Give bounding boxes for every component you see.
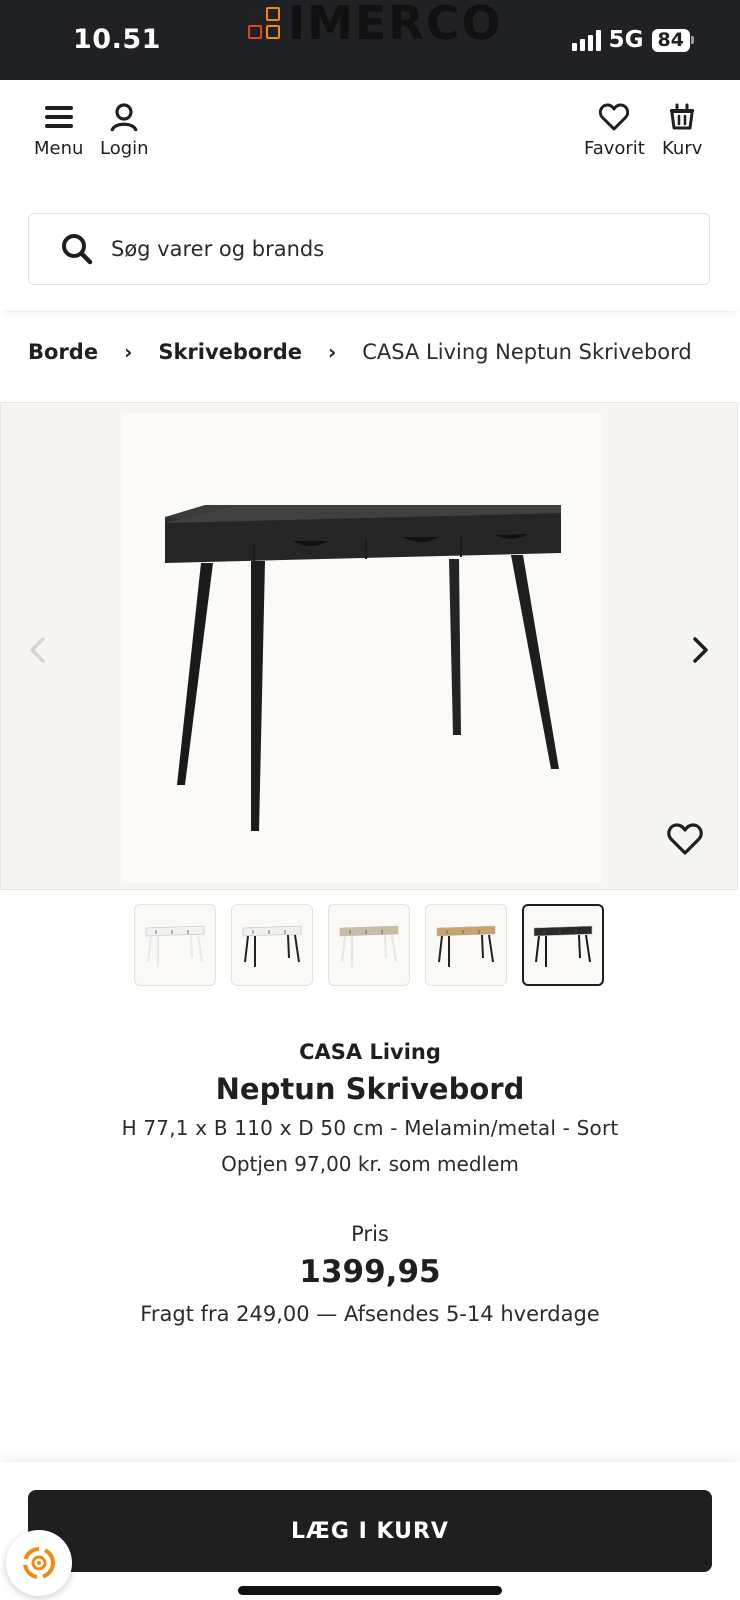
add-to-cart-button[interactable]: LÆG I KURV: [28, 1490, 712, 1572]
status-indicators: 5G 84: [571, 27, 694, 53]
product-name: Neptun Skrivebord: [215, 1072, 525, 1106]
shipping-info: Fragt fra 249,00 — Afsendes 5-14 hverdag…: [140, 1302, 600, 1326]
search-icon: [62, 234, 93, 265]
battery-icon: 84: [651, 28, 694, 52]
price-label: Pris: [351, 1222, 389, 1246]
basket-icon: [665, 100, 699, 134]
thumbnail-black[interactable]: [522, 904, 604, 986]
product-gallery[interactable]: [0, 402, 738, 890]
thumbnail-white[interactable]: [134, 904, 216, 986]
imerco-logo[interactable]: IMERCO: [248, 0, 503, 50]
login-label: Login: [100, 138, 149, 159]
add-favorite-heart-icon[interactable]: [667, 821, 703, 857]
cart-button[interactable]: Kurv: [662, 100, 702, 159]
menu-button[interactable]: Menu: [34, 100, 83, 159]
desk-thumbnail-icon: [339, 925, 399, 967]
desk-thumbnail-icon: [436, 925, 496, 967]
chevron-left-icon[interactable]: [25, 635, 49, 665]
thumbnail-strip: [134, 904, 604, 986]
favorites-label: Favorit: [584, 138, 645, 159]
menu-label: Menu: [34, 138, 84, 159]
chat-widget-icon: [23, 1547, 55, 1579]
battery-level: 84: [651, 28, 690, 52]
bottom-action-bar: LÆG I KURV: [0, 1462, 740, 1600]
chevron-right-icon: ›: [328, 340, 337, 364]
hamburger-icon: [42, 100, 76, 134]
thumbnail-oak-black-legs[interactable]: [425, 904, 507, 986]
breadcrumb-current: CASA Living Neptun Skrivebord: [362, 340, 692, 364]
breadcrumb-skriveborde[interactable]: Skriveborde: [158, 340, 302, 364]
user-icon: [107, 100, 141, 134]
login-button[interactable]: Login: [100, 100, 149, 159]
logo-mark-icon: [248, 7, 280, 39]
search-bar[interactable]: Søg varer og brands: [28, 213, 710, 285]
search-input[interactable]: Søg varer og brands: [111, 237, 324, 261]
status-time: 10.51: [73, 24, 161, 55]
desk-thumbnail-icon: [533, 925, 593, 967]
breadcrumb: Borde › Skriveborde › CASA Living Neptun…: [28, 340, 692, 364]
chat-widget-button[interactable]: [6, 1530, 72, 1596]
cart-label: Kurv: [662, 138, 703, 159]
thumbnail-oak-white-legs[interactable]: [328, 904, 410, 986]
home-indicator: [238, 1586, 502, 1595]
favorites-button[interactable]: Favorit: [584, 100, 645, 159]
site-header: Menu Login IMERCO Favorit Kurv Søg varer…: [0, 0, 740, 310]
network-type: 5G: [608, 27, 644, 53]
thumbnail-white-black-legs[interactable]: [231, 904, 313, 986]
product-info: CASA Living Neptun Skrivebord H 77,1 x B…: [0, 1040, 740, 1176]
desk-thumbnail-icon: [145, 925, 205, 967]
signal-icon: [571, 29, 601, 51]
member-earn-text: Optjen 97,00 kr. som medlem: [221, 1152, 519, 1176]
breadcrumb-borde[interactable]: Borde: [28, 340, 98, 364]
chevron-right-icon: ›: [124, 340, 133, 364]
chevron-right-icon[interactable]: [689, 635, 713, 665]
logo-text: IMERCO: [288, 0, 503, 50]
product-image: [121, 413, 601, 883]
product-brand[interactable]: CASA Living: [0, 1040, 740, 1064]
heart-icon: [597, 100, 631, 134]
desk-thumbnail-icon: [242, 925, 302, 967]
product-price: 1399,95: [299, 1254, 441, 1290]
product-specs: H 77,1 x B 110 x D 50 cm - Melamin/metal…: [121, 1116, 619, 1140]
